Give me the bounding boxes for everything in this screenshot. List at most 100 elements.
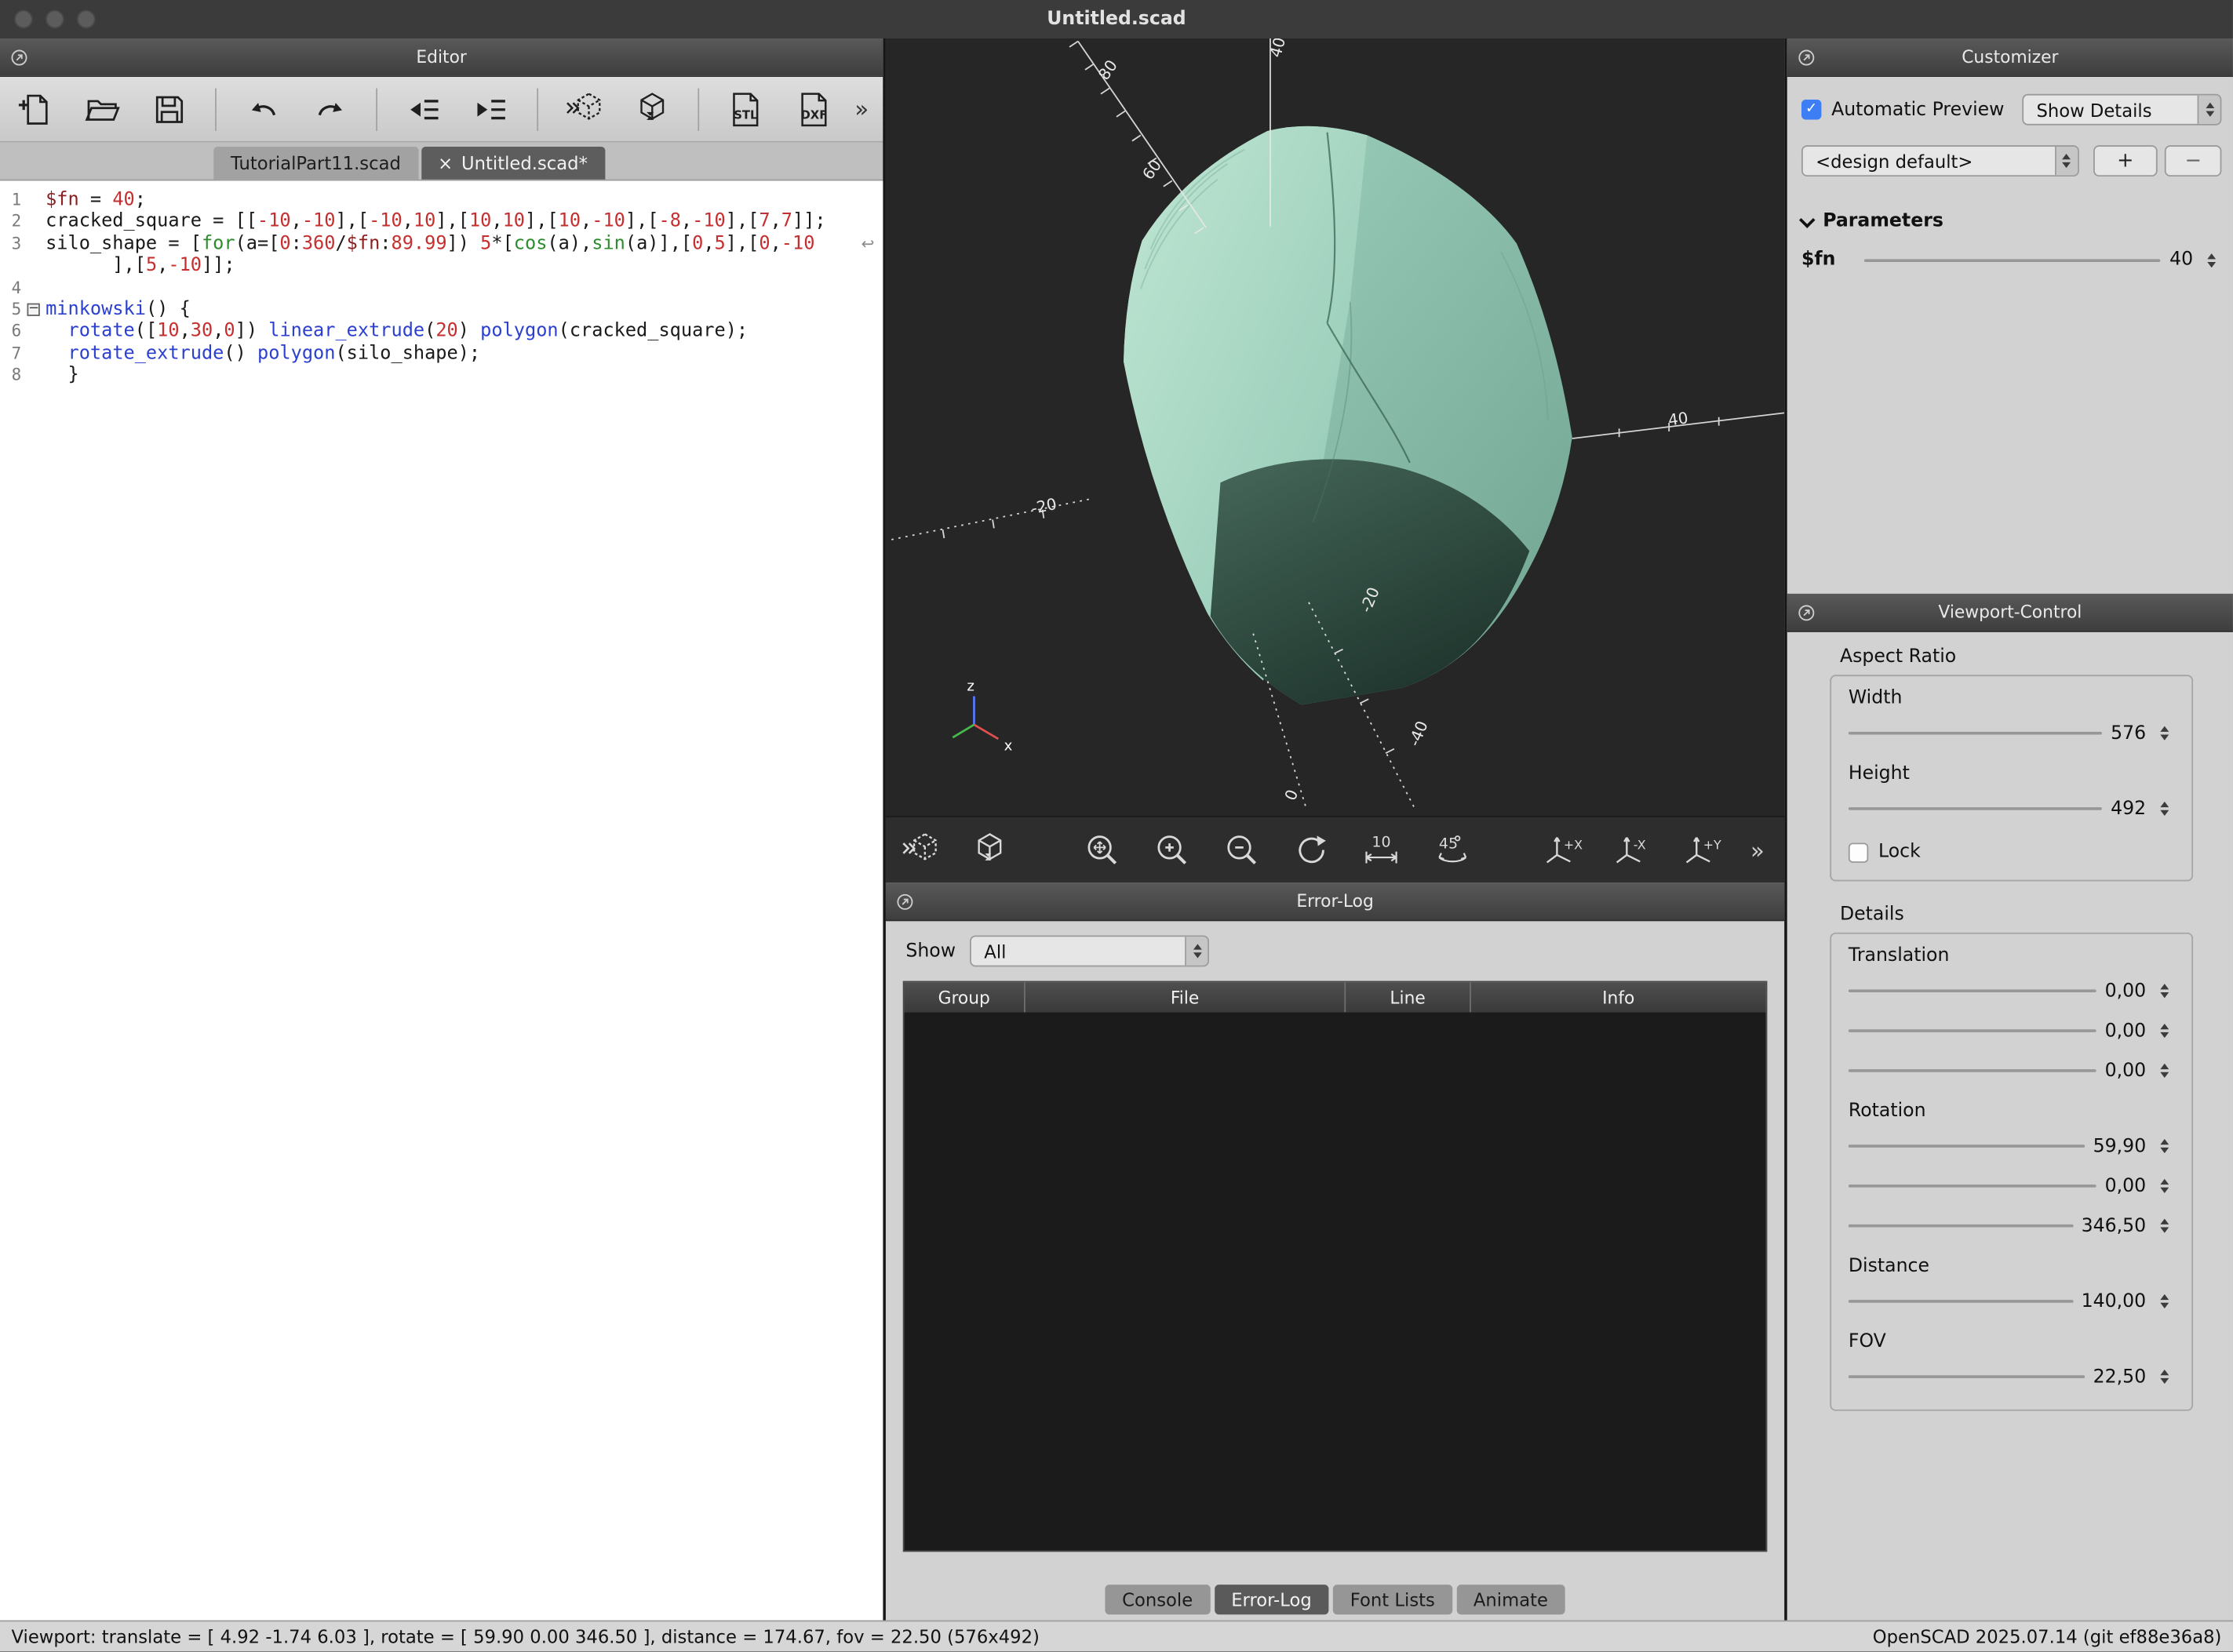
code-line[interactable]: 1$fn = 40; bbox=[0, 189, 883, 211]
preview-button[interactable] bbox=[897, 826, 942, 875]
close-window-button[interactable] bbox=[14, 10, 33, 29]
preview-button[interactable] bbox=[559, 82, 610, 136]
reset-view-button[interactable] bbox=[1289, 826, 1335, 875]
console-tab[interactable]: Console bbox=[1105, 1585, 1210, 1614]
code-line[interactable]: 8 } bbox=[0, 365, 883, 387]
height-spinbox[interactable]: 492 bbox=[1849, 793, 2175, 824]
version-text: OpenSCAD 2025.07.14 (git ef88e36a8) bbox=[1873, 1626, 2222, 1647]
stepper-icon[interactable] bbox=[2155, 1024, 2174, 1038]
undock-icon[interactable] bbox=[1798, 49, 1816, 67]
stepper-icon[interactable] bbox=[2155, 1139, 2174, 1153]
zoom-in-button[interactable] bbox=[1149, 826, 1194, 875]
width-spinbox[interactable]: 576 bbox=[1849, 718, 2175, 749]
stepper-icon[interactable] bbox=[2155, 1219, 2174, 1233]
stepper-icon[interactable] bbox=[2155, 1294, 2174, 1308]
fn-slider[interactable] bbox=[1864, 258, 2161, 261]
undock-icon[interactable] bbox=[1798, 604, 1816, 623]
redo-button[interactable] bbox=[304, 82, 356, 136]
stepper-icon[interactable] bbox=[2155, 726, 2174, 740]
stepper-icon[interactable] bbox=[2155, 984, 2174, 998]
translation-y-spinbox[interactable]: 0,00 bbox=[1849, 1015, 2175, 1046]
stepper-icon[interactable] bbox=[2155, 1064, 2174, 1078]
code-line[interactable]: 6 rotate([10,30,0]) linear_extrude(20) p… bbox=[0, 321, 883, 343]
stepper-icon[interactable] bbox=[2155, 1370, 2174, 1384]
preset-dropdown[interactable]: <design default> bbox=[1801, 145, 2078, 176]
column-header-group[interactable]: Group bbox=[905, 982, 1025, 1012]
undock-icon[interactable] bbox=[10, 49, 29, 67]
code-line[interactable]: 2cracked_square = [[-10,-10],[-10,10],[1… bbox=[0, 211, 883, 233]
add-preset-button[interactable]: + bbox=[2093, 145, 2158, 176]
toolbar-separator bbox=[537, 88, 539, 130]
rotation-z-value: 346,50 bbox=[2082, 1215, 2147, 1236]
stepper-icon[interactable] bbox=[2155, 802, 2174, 816]
code-line[interactable]: ],[5,-10]]; bbox=[0, 255, 883, 277]
viewport-control-panel: Aspect Ratio Width 576 Height 492 bbox=[1787, 632, 2233, 1621]
rotation-z-spinbox[interactable]: 346,50 bbox=[1849, 1210, 2175, 1242]
minimize-window-button[interactable] bbox=[46, 10, 64, 29]
column-header-line[interactable]: Line bbox=[1346, 982, 1471, 1012]
code-line[interactable]: 7 rotate_extrude() polygon(silo_shape); bbox=[0, 343, 883, 365]
disclosure-triangle-icon[interactable] bbox=[1799, 211, 1816, 227]
slider-track bbox=[1849, 807, 2102, 810]
measure-angle-button[interactable]: 45 bbox=[1429, 826, 1474, 875]
lock-checkbox[interactable] bbox=[1849, 842, 1868, 862]
automatic-preview-checkbox[interactable]: ✓ bbox=[1801, 100, 1821, 119]
viewport-control-title: Viewport-Control bbox=[1938, 602, 2082, 622]
font-lists-tab[interactable]: Font Lists bbox=[1333, 1585, 1452, 1614]
error-filter-dropdown[interactable]: All bbox=[970, 935, 1209, 966]
translation-z-spinbox[interactable]: 0,00 bbox=[1849, 1055, 2175, 1086]
export-stl-button[interactable]: STL bbox=[719, 82, 771, 136]
viewport-toolbar-more-button[interactable]: » bbox=[1750, 836, 1773, 863]
error-table-body[interactable] bbox=[905, 1012, 1766, 1550]
gizmo-z-label: z bbox=[967, 678, 974, 694]
column-header-file[interactable]: File bbox=[1025, 982, 1346, 1012]
close-tab-icon[interactable]: × bbox=[438, 152, 453, 173]
rotation-x-spinbox[interactable]: 59,90 bbox=[1849, 1130, 2175, 1162]
editor-toolbar: STL DXF » bbox=[0, 77, 883, 142]
new-file-button[interactable] bbox=[9, 82, 60, 136]
render-button[interactable] bbox=[967, 826, 1013, 875]
code-line[interactable]: 5−minkowski() { bbox=[0, 299, 883, 321]
editor-panel: Editor bbox=[0, 38, 883, 1620]
code-line[interactable]: 3silo_shape = [for(a=[0:360/$fn:89.99]) … bbox=[0, 233, 883, 255]
zoom-window-button[interactable] bbox=[77, 10, 96, 29]
fov-spinbox[interactable]: 22,50 bbox=[1849, 1361, 2175, 1392]
distance-spinbox[interactable]: 140,00 bbox=[1849, 1286, 2175, 1317]
view-minus-x-button[interactable]: -X bbox=[1610, 826, 1656, 875]
detail-level-dropdown[interactable]: Show Details bbox=[2022, 94, 2221, 126]
3d-viewport[interactable]: 40 80 60 -20 40 -20 -40 0 z bbox=[886, 38, 1784, 816]
indent-icon bbox=[473, 90, 510, 127]
undo-button[interactable] bbox=[237, 82, 289, 136]
zoom-out-button[interactable] bbox=[1218, 826, 1264, 875]
window-title: Untitled.scad bbox=[1047, 9, 1186, 30]
view-plus-x-button[interactable]: +X bbox=[1540, 826, 1586, 875]
fold-marker-icon[interactable]: − bbox=[27, 304, 39, 316]
remove-preset-button[interactable]: − bbox=[2165, 145, 2221, 176]
orientation-gizmo: z x bbox=[953, 678, 1012, 754]
undock-icon[interactable] bbox=[896, 893, 915, 912]
translation-x-spinbox[interactable]: 0,00 bbox=[1849, 975, 2175, 1006]
save-button[interactable] bbox=[144, 82, 195, 136]
window-controls bbox=[14, 10, 95, 29]
zoom-all-button[interactable] bbox=[1079, 826, 1124, 875]
error-log-tab[interactable]: Error-Log bbox=[1214, 1585, 1328, 1614]
stepper-icon[interactable] bbox=[2155, 1179, 2174, 1193]
render-button[interactable] bbox=[626, 82, 678, 136]
unindent-button[interactable] bbox=[398, 82, 450, 136]
open-file-button[interactable] bbox=[76, 82, 128, 136]
view-plus-y-button[interactable]: +Y bbox=[1681, 826, 1726, 875]
rotation-y-spinbox[interactable]: 0,00 bbox=[1849, 1170, 2175, 1202]
column-header-info[interactable]: Info bbox=[1471, 982, 1766, 1012]
export-dxf-button[interactable]: DXF bbox=[787, 82, 839, 136]
slider-track bbox=[1849, 1375, 2085, 1378]
measure-distance-button[interactable]: 10 bbox=[1359, 826, 1404, 875]
animate-tab[interactable]: Animate bbox=[1456, 1585, 1565, 1614]
code-line[interactable]: 4 bbox=[0, 277, 883, 299]
editor-toolbar-more-button[interactable]: » bbox=[854, 96, 874, 122]
code-editor[interactable]: 1$fn = 40;2cracked_square = [[-10,-10],[… bbox=[0, 181, 883, 1621]
tab-tutorialpart11[interactable]: TutorialPart11.scad bbox=[213, 147, 417, 180]
tab-untitled[interactable]: × Untitled.scad* bbox=[421, 147, 604, 180]
code-lines: 1$fn = 40;2cracked_square = [[-10,-10],[… bbox=[0, 189, 883, 386]
indent-button[interactable] bbox=[465, 82, 517, 136]
fn-stepper[interactable] bbox=[2202, 253, 2221, 267]
